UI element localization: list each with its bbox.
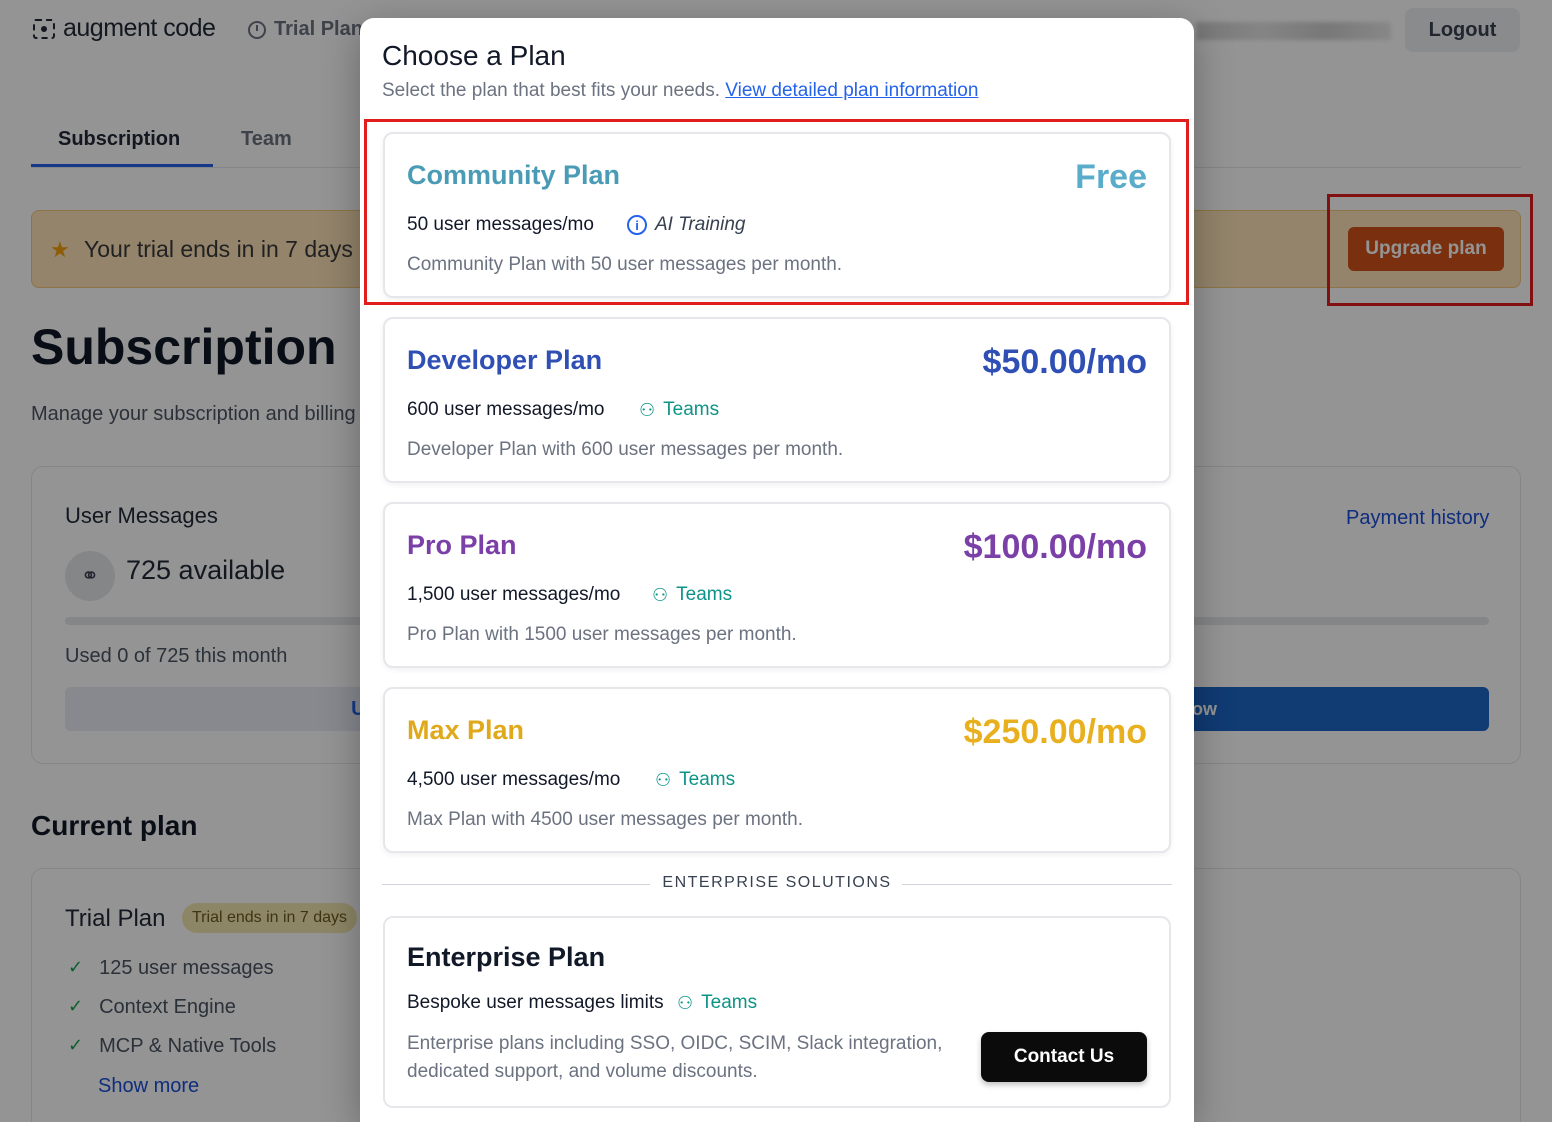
plan-tag: ⚇ Teams	[639, 399, 719, 421]
enterprise-section-label: ENTERPRISE SOLUTIONS	[662, 874, 892, 891]
contact-us-button[interactable]: Contact Us	[981, 1032, 1147, 1082]
plan-description: Developer Plan with 600 user messages pe…	[407, 439, 844, 460]
plan-description: Enterprise plans including SSO, OIDC, SC…	[407, 1033, 943, 1082]
highlight-box-community	[364, 119, 1189, 305]
plan-details-link[interactable]: View detailed plan information	[725, 80, 978, 101]
choose-plan-modal: Choose a Plan Select the plan that best …	[360, 18, 1194, 1122]
add-user-icon: ⚇	[655, 769, 672, 790]
plan-price: $100.00/mo	[963, 528, 1147, 566]
add-user-icon: ⚇	[677, 992, 694, 1013]
plan-price: $250.00/mo	[963, 713, 1147, 751]
modal-title: Choose a Plan	[382, 40, 566, 71]
plan-name: Pro Plan	[407, 530, 517, 560]
plan-tag-label: Teams	[676, 584, 733, 605]
plan-price: $50.00/mo	[982, 343, 1147, 381]
plan-card-max[interactable]: Max Plan $250.00/mo 4,500 user messages/…	[383, 687, 1171, 853]
plan-tag: ⚇ Teams	[677, 992, 757, 1014]
modal-subtitle: Select the plan that best fits your need…	[382, 80, 978, 102]
plan-card-developer[interactable]: Developer Plan $50.00/mo 600 user messag…	[383, 317, 1171, 483]
plan-messages: 1,500 user messages/mo	[407, 584, 621, 605]
plan-tag: ⚇ Teams	[655, 769, 735, 791]
modal-subtitle-text: Select the plan that best fits your need…	[382, 80, 720, 101]
plan-description: Pro Plan with 1500 user messages per mon…	[407, 624, 797, 645]
plan-name: Developer Plan	[407, 345, 603, 375]
plan-messages: 4,500 user messages/mo	[407, 769, 621, 790]
plan-tag-label: Teams	[663, 399, 720, 420]
plan-card-pro[interactable]: Pro Plan $100.00/mo 1,500 user messages/…	[383, 502, 1171, 668]
add-user-icon: ⚇	[639, 399, 656, 420]
plan-tag: ⚇ Teams	[652, 584, 732, 606]
plan-name: Max Plan	[407, 715, 525, 745]
add-user-icon: ⚇	[652, 584, 669, 605]
plan-tag-label: Teams	[679, 769, 736, 790]
plan-messages: 600 user messages/mo	[407, 399, 605, 420]
enterprise-divider: ENTERPRISE SOLUTIONS	[382, 874, 1172, 896]
plan-description: Max Plan with 4500 user messages per mon…	[407, 809, 804, 830]
plan-name: Enterprise Plan	[407, 942, 606, 972]
plan-card-enterprise: Enterprise Plan Bespoke user messages li…	[383, 916, 1171, 1108]
plan-tag-label: Teams	[701, 992, 758, 1013]
plan-messages: Bespoke user messages limits	[407, 992, 664, 1013]
